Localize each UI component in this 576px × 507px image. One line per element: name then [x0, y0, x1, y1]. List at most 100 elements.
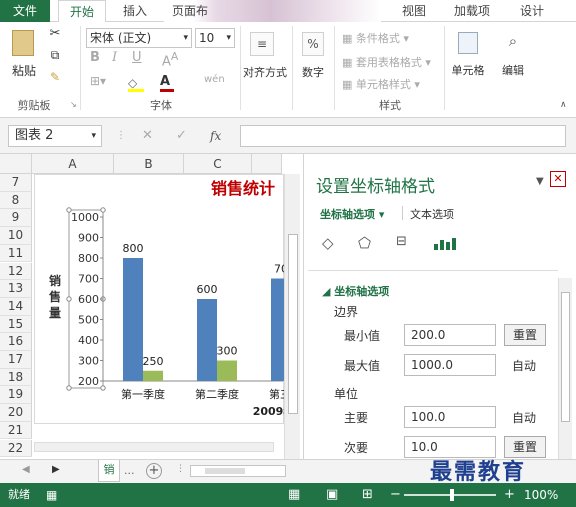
min-reset-button[interactable]: 重置 [504, 324, 546, 346]
font-name-select[interactable]: 宋体 (正文) ▾ [86, 28, 192, 48]
row-header[interactable]: 18 [0, 368, 32, 387]
pane-scrollbar[interactable] [558, 278, 572, 459]
major-input[interactable]: 100.0 [404, 406, 496, 428]
axis-options-icon[interactable] [434, 238, 456, 250]
collapse-ribbon-icon[interactable]: ∧ [560, 100, 567, 110]
scrollbar-thumb[interactable] [561, 292, 570, 422]
number-button[interactable]: 数字 [298, 64, 328, 80]
row-header[interactable]: 7 [0, 174, 32, 192]
cancel-icon[interactable]: ✕ [142, 125, 153, 147]
phonetic-icon[interactable]: wén [204, 74, 225, 85]
border-icon[interactable]: ⊞▾ [90, 74, 106, 88]
row-header[interactable]: 11 [0, 244, 32, 263]
zoom-slider-thumb[interactable] [450, 489, 454, 501]
page-break-view-icon[interactable]: ⊞ [362, 483, 373, 507]
row-header[interactable]: 19 [0, 386, 32, 405]
scrollbar-thumb[interactable] [288, 234, 298, 414]
sheet-horizontal-scrollbar[interactable] [34, 442, 274, 452]
scroll-left-icon[interactable]: ◀ [22, 464, 30, 475]
fill-line-icon[interactable]: ◇ [322, 234, 334, 252]
cells-button[interactable]: 单元格 [446, 62, 490, 78]
cells-icon[interactable] [458, 32, 478, 54]
bold-button[interactable]: B [90, 50, 100, 65]
tab-options-icon[interactable]: ⋮ [176, 464, 185, 474]
minor-input[interactable]: 10.0 [404, 436, 496, 458]
normal-view-icon[interactable]: ▦ [288, 483, 300, 507]
tab-view[interactable]: 视图 [394, 0, 434, 22]
font-size-select[interactable]: 10 ▾ [195, 28, 235, 48]
row-header[interactable]: 21 [0, 421, 32, 440]
zoom-level[interactable]: 100% [524, 483, 558, 507]
format-painter-icon[interactable]: ✎ [46, 70, 64, 84]
column-header[interactable] [252, 154, 282, 174]
scrollbar-thumb[interactable] [205, 468, 245, 474]
row-header[interactable]: 12 [0, 262, 32, 281]
cell-style-button[interactable]: ▦ 单元格样式 ▾ [342, 76, 420, 92]
conditional-format-button[interactable]: ▦ 条件格式 ▾ [342, 30, 409, 46]
column-header[interactable]: B [114, 154, 184, 174]
size-properties-icon[interactable]: ⊟ [396, 234, 407, 249]
name-box[interactable]: 图表 2 ▾ [8, 125, 102, 147]
row-header[interactable]: 8 [0, 191, 32, 210]
sheet-tab[interactable]: 销 [98, 460, 120, 482]
more-sheets-button[interactable]: ... [124, 464, 135, 477]
tab-text-options[interactable]: 文本选项 [410, 206, 454, 222]
row-header[interactable]: 15 [0, 315, 32, 334]
edit-button[interactable]: 编辑 [498, 62, 528, 78]
fill-color-icon[interactable]: ◇ [128, 76, 150, 92]
minor-reset-button[interactable]: 重置 [504, 436, 546, 458]
pane-options-icon[interactable]: ▼ [536, 176, 544, 187]
sheet-vertical-scrollbar[interactable] [284, 174, 300, 459]
zoom-out-icon[interactable]: − [390, 483, 401, 507]
row-header[interactable]: 9 [0, 209, 32, 228]
row-header[interactable]: 20 [0, 404, 32, 422]
italic-button[interactable]: I [112, 50, 117, 65]
cut-icon[interactable]: ✂ [46, 26, 64, 41]
max-auto-button[interactable]: 自动 [512, 357, 536, 374]
table-format-label: 套用表格格式 [355, 56, 422, 69]
close-icon[interactable]: ✕ [550, 171, 566, 187]
tab-file[interactable]: 文件 [0, 0, 50, 22]
row-header[interactable]: 10 [0, 227, 32, 245]
tab-design[interactable]: 设计 [508, 0, 556, 22]
confirm-icon[interactable]: ✓ [176, 125, 187, 147]
underline-button[interactable]: U [132, 50, 142, 65]
column-header[interactable]: C [184, 154, 252, 174]
scroll-right-icon[interactable]: ▶ [52, 464, 60, 475]
paste-button[interactable]: 粘贴 [6, 62, 42, 79]
copy-icon[interactable]: ⧉ [46, 48, 64, 63]
macro-record-icon[interactable]: ▦ [46, 483, 57, 507]
tab-insert[interactable]: 插入 [114, 0, 156, 22]
formula-input[interactable] [240, 125, 566, 147]
tab-axis-options[interactable]: 坐标轴选项 ▾ [320, 206, 384, 222]
binoculars-icon[interactable]: ⌕ [502, 32, 524, 50]
increase-font-icon[interactable]: AA [162, 50, 178, 69]
chart-area[interactable]: 销售统计 销售量 1000 900 800 700 600 500 400 300 200 800… [34, 174, 285, 424]
row-header[interactable]: 13 [0, 280, 32, 298]
row-header[interactable]: 16 [0, 333, 32, 351]
effects-icon[interactable]: ⬠ [358, 234, 371, 252]
row-header[interactable]: 17 [0, 351, 32, 369]
add-sheet-button[interactable]: + [146, 463, 162, 479]
align-button[interactable]: 对齐方式 [240, 64, 290, 80]
align-icon[interactable]: ≡ [250, 32, 274, 56]
tab-page-layout[interactable]: 页面布 [164, 0, 216, 22]
major-auto-button[interactable]: 自动 [512, 409, 536, 426]
axis-options-section[interactable]: ◢ 坐标轴选项 [322, 283, 389, 299]
clipboard-launcher-icon[interactable]: ↘ [70, 100, 77, 109]
page-layout-view-icon[interactable]: ▣ [326, 483, 338, 507]
horizontal-scrollbar[interactable] [190, 465, 286, 477]
tab-addins[interactable]: 加载项 [446, 0, 498, 22]
zoom-in-icon[interactable]: + [504, 483, 515, 507]
min-input[interactable]: 200.0 [404, 324, 496, 346]
font-color-icon[interactable]: A [160, 74, 182, 92]
max-input[interactable]: 1000.0 [404, 354, 496, 376]
table-format-button[interactable]: ▦ 套用表格格式 ▾ [342, 54, 431, 70]
insert-function-icon[interactable]: fx [210, 125, 221, 147]
column-header[interactable]: A [32, 154, 114, 174]
percent-icon[interactable]: % [302, 32, 324, 56]
row-header[interactable]: 14 [0, 297, 32, 316]
tab-home[interactable]: 开始 [58, 0, 106, 23]
row-header[interactable]: 22 [0, 439, 32, 458]
select-all-corner[interactable] [0, 154, 32, 174]
